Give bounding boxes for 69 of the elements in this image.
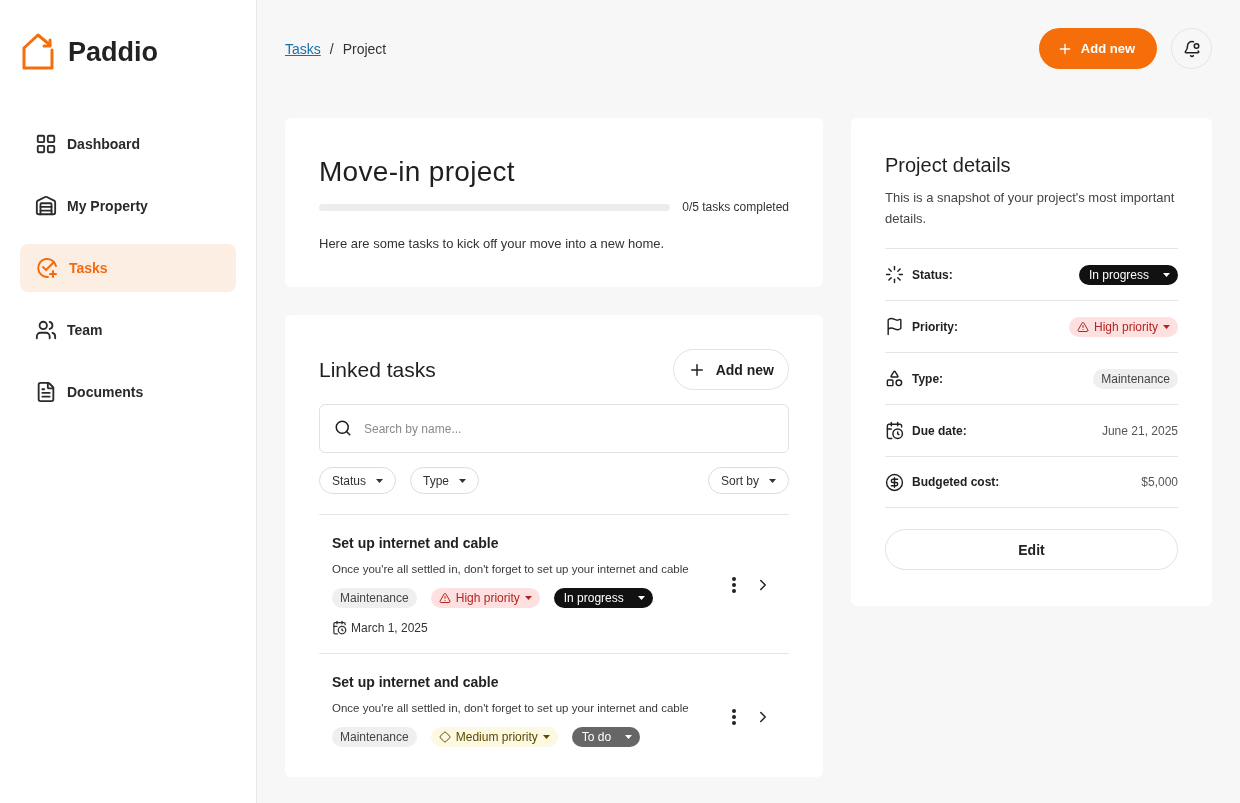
caret-icon: [1163, 272, 1170, 277]
search-field[interactable]: Search by name...: [319, 404, 789, 453]
caret-icon: [376, 478, 384, 483]
progress-text: 0/5 tasks completed: [682, 200, 789, 214]
type-tag: Maintenance: [1093, 368, 1178, 389]
bell-icon: [1182, 39, 1201, 58]
breadcrumb-current: Project: [342, 40, 387, 57]
sidebar-item[interactable]: Documents: [20, 368, 236, 416]
breadcrumb-link[interactable]: Tasks: [285, 40, 321, 57]
project-title: Move-in project: [319, 156, 516, 188]
house-icon: [35, 195, 57, 217]
priority-dropdown[interactable]: Medium priority: [430, 727, 558, 747]
caret-icon: [1163, 324, 1170, 329]
sort-dropdown[interactable]: Sort by: [708, 467, 789, 494]
caret-icon: [625, 735, 633, 739]
priority-dropdown[interactable]: High priority: [430, 588, 540, 608]
add-new-button[interactable]: Add new: [672, 349, 789, 390]
caret-icon: [769, 478, 776, 483]
check-circle-icon: [35, 256, 59, 280]
type-tag: Maintenance: [332, 588, 417, 608]
detail-label: Type:: [912, 371, 945, 386]
task-description: Once you're all settled in, don't forget to set up your internet and cable: [332, 562, 690, 577]
calendar-clock-icon: [332, 620, 347, 635]
task-state-dropdown[interactable]: To do: [571, 727, 641, 747]
caret-icon: [459, 478, 467, 483]
due-date: March 1, 2025: [332, 620, 700, 635]
caret-icon: [542, 735, 550, 739]
calendar-clock-icon: [885, 421, 904, 440]
caret-icon: [637, 596, 645, 600]
more-icon: [732, 577, 736, 593]
task-state-dropdown[interactable]: In progress: [553, 588, 653, 608]
filter-dropdown[interactable]: Type: [410, 467, 480, 494]
warning-icon: [1076, 320, 1089, 333]
more-icon: [732, 708, 736, 725]
detail-value: June 21, 2025: [1101, 423, 1178, 438]
section-title: Linked tasks: [319, 357, 437, 382]
brand-name: Paddio: [68, 36, 158, 68]
diamond-icon: [438, 731, 451, 743]
detail-label: Budgeted cost:: [912, 475, 1001, 489]
search-icon: [334, 419, 352, 437]
breadcrumb-separator: /: [329, 40, 334, 57]
shapes-icon: [885, 369, 904, 388]
task-title: Set up internet and cable: [332, 535, 500, 551]
warning-icon: [438, 592, 451, 604]
edit-button[interactable]: Edit: [885, 529, 1178, 570]
detail-value: $5,000: [1141, 475, 1178, 489]
sidebar-item[interactable]: My Property: [20, 182, 236, 230]
detail-label: Priority:: [912, 319, 959, 334]
filter-dropdown[interactable]: Status: [319, 467, 397, 494]
task-description: Once you're all settled in, don't forget to set up your internet and cable: [332, 701, 690, 716]
sidebar-item[interactable]: Team: [20, 306, 236, 354]
sidebar-item[interactable]: Dashboard: [20, 120, 236, 168]
flag-icon: [885, 317, 904, 336]
details-subtitle: This is a snapshot of your project's most important details.: [885, 189, 1176, 228]
details-title: Project details: [885, 154, 1012, 177]
spinner-icon: [885, 265, 904, 284]
task-title: Set up internet and cable: [332, 674, 500, 690]
notifications-button[interactable]: [1171, 28, 1212, 69]
dollar-icon: [885, 472, 904, 492]
type-tag: Maintenance: [332, 727, 417, 747]
detail-label: Status:: [912, 267, 954, 282]
priority-dropdown[interactable]: High priority: [1068, 316, 1178, 337]
detail-label: Due date:: [912, 423, 968, 438]
caret-icon: [524, 596, 532, 600]
people-icon: [35, 319, 57, 341]
document-icon: [35, 381, 57, 403]
task-state-dropdown[interactable]: In progress: [1078, 264, 1178, 285]
grid-icon: [35, 133, 57, 155]
project-description: Here are some tasks to kick off your move into a new home.: [319, 236, 666, 251]
